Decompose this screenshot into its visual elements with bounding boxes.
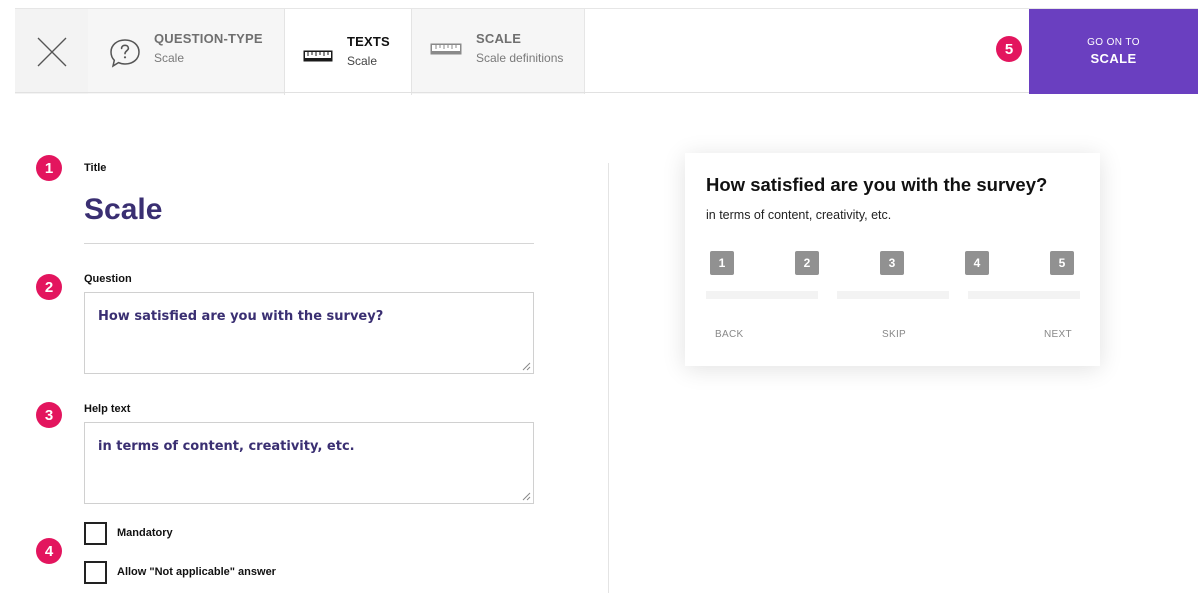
preview-skip-button[interactable]: SKIP xyxy=(882,329,906,340)
question-label: Question xyxy=(84,273,132,285)
scale-option-4[interactable]: 4 xyxy=(965,251,989,275)
ruler-icon xyxy=(430,42,462,56)
step-question-type-title: QUESTION-TYPE xyxy=(154,31,263,46)
mandatory-checkbox[interactable] xyxy=(84,522,107,545)
page: QUESTION-TYPE Scale TEXTS Scale SCALE Sc… xyxy=(0,0,1198,616)
step-badge-5: 5 xyxy=(996,36,1022,62)
preview-question: How satisfied are you with the survey? xyxy=(706,174,1048,195)
not-applicable-label: Allow "Not applicable" answer xyxy=(117,566,276,578)
header-divider xyxy=(15,92,1029,93)
header-spacer xyxy=(585,9,1029,94)
title-label: Title xyxy=(84,162,107,174)
step-badge-4: 4 xyxy=(36,538,62,564)
help-text-textarea[interactable]: in terms of content, creativity, etc. xyxy=(84,422,534,504)
step-scale-subtitle: Scale definitions xyxy=(476,51,564,65)
go-on-label: GO ON TO xyxy=(1087,37,1140,48)
step-badge-1: 1 xyxy=(36,155,62,181)
title-underline xyxy=(84,243,534,244)
scale-option-1[interactable]: 1 xyxy=(710,251,734,275)
step-texts-subtitle: Scale xyxy=(347,54,378,68)
mandatory-label: Mandatory xyxy=(117,527,173,539)
step-texts-title: TEXTS xyxy=(347,34,390,49)
not-applicable-checkbox[interactable] xyxy=(84,561,107,584)
step-badge-3: 3 xyxy=(36,402,62,428)
preview-next-button[interactable]: NEXT xyxy=(1044,329,1072,340)
preview-help-text: in terms of content, creativity, etc. xyxy=(706,208,892,222)
vertical-divider xyxy=(608,163,609,593)
scale-bar-segment xyxy=(837,291,949,299)
resize-grip-icon[interactable] xyxy=(522,492,531,501)
scale-option-5[interactable]: 5 xyxy=(1050,251,1074,275)
scale-option-3[interactable]: 3 xyxy=(880,251,904,275)
step-scale-title: SCALE xyxy=(476,31,522,46)
step-badge-2: 2 xyxy=(36,274,62,300)
step-texts[interactable]: TEXTS Scale xyxy=(284,9,412,95)
scale-bar-segment xyxy=(706,291,818,299)
go-on-button[interactable]: GO ON TO SCALE xyxy=(1029,9,1198,94)
scale-bar-segment xyxy=(968,291,1080,299)
speech-bubble-question-icon xyxy=(108,36,142,70)
help-text-label: Help text xyxy=(84,403,131,415)
question-text: How satisfied are you with the survey? xyxy=(98,309,384,324)
resize-grip-icon[interactable] xyxy=(522,362,531,371)
close-icon xyxy=(37,37,66,66)
question-textarea[interactable]: How satisfied are you with the survey? xyxy=(84,292,534,374)
step-question-type-subtitle: Scale xyxy=(154,51,185,65)
go-on-target: SCALE xyxy=(1090,51,1137,66)
ruler-icon xyxy=(303,49,333,63)
help-text-value: in terms of content, creativity, etc. xyxy=(98,439,355,454)
close-button[interactable] xyxy=(15,9,88,94)
preview-back-button[interactable]: BACK xyxy=(715,329,743,340)
step-question-type[interactable]: QUESTION-TYPE Scale xyxy=(88,9,284,94)
scale-option-2[interactable]: 2 xyxy=(795,251,819,275)
title-input[interactable]: Scale xyxy=(84,193,162,227)
step-scale[interactable]: SCALE Scale definitions xyxy=(412,9,585,94)
preview-card: How satisfied are you with the survey? i… xyxy=(685,153,1100,366)
